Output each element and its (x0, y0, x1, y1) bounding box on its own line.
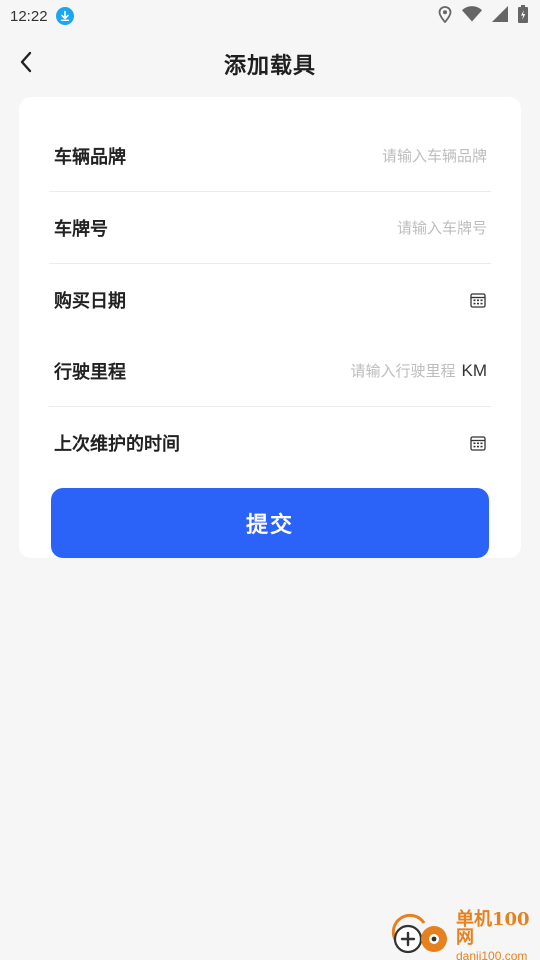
last-maintenance-label: 上次维护的时间 (54, 434, 180, 455)
header: 添加载具 (0, 34, 540, 94)
last-maintenance-picker (469, 434, 491, 452)
purchase-date-row[interactable]: 购买日期 (49, 264, 491, 336)
status-left: 12:22 (10, 7, 74, 25)
watermark-url: danji100.com (456, 948, 528, 960)
calendar-icon[interactable] (469, 434, 487, 452)
purchase-date-picker (469, 291, 491, 309)
chevron-left-icon (19, 51, 33, 77)
purchase-date-label: 购买日期 (54, 291, 126, 312)
mileage-label: 行驶里程 (54, 361, 126, 383)
plate-label: 车牌号 (54, 218, 108, 240)
watermark-logo-icon (388, 913, 452, 959)
status-right (438, 5, 528, 27)
download-icon (55, 7, 74, 25)
watermark: 单机100网 danji100.com (388, 908, 538, 960)
calendar-icon[interactable] (469, 291, 487, 309)
plate-row: 车牌号 (49, 192, 491, 264)
back-button[interactable] (12, 48, 40, 80)
last-maintenance-row[interactable]: 上次维护的时间 (49, 407, 491, 479)
status-time: 12:22 (10, 7, 48, 25)
watermark-text: 单机100网 danji100.com (456, 908, 538, 960)
plate-input-wrap (287, 218, 491, 237)
mileage-input[interactable] (275, 361, 456, 380)
wifi-icon (462, 6, 482, 26)
signal-icon (492, 6, 508, 26)
battery-icon (518, 5, 528, 27)
plate-input[interactable] (287, 218, 487, 237)
brand-label: 车辆品牌 (54, 146, 126, 168)
mileage-input-wrap: KM (275, 360, 492, 381)
page-title: 添加载具 (223, 54, 316, 79)
brand-input-wrap (287, 146, 491, 165)
brand-input[interactable] (287, 146, 487, 165)
submit-button[interactable]: 提交 (51, 488, 489, 558)
status-bar: 12:22 (0, 0, 540, 32)
mileage-row: 行驶里程 KM (49, 335, 491, 407)
mileage-unit: KM (461, 360, 488, 380)
brand-row: 车辆品牌 (49, 120, 491, 192)
vehicle-form-card: 车辆品牌 车牌号 购买日期 (19, 97, 521, 558)
location-icon (438, 5, 452, 27)
watermark-title: 单机100网 (456, 908, 530, 948)
